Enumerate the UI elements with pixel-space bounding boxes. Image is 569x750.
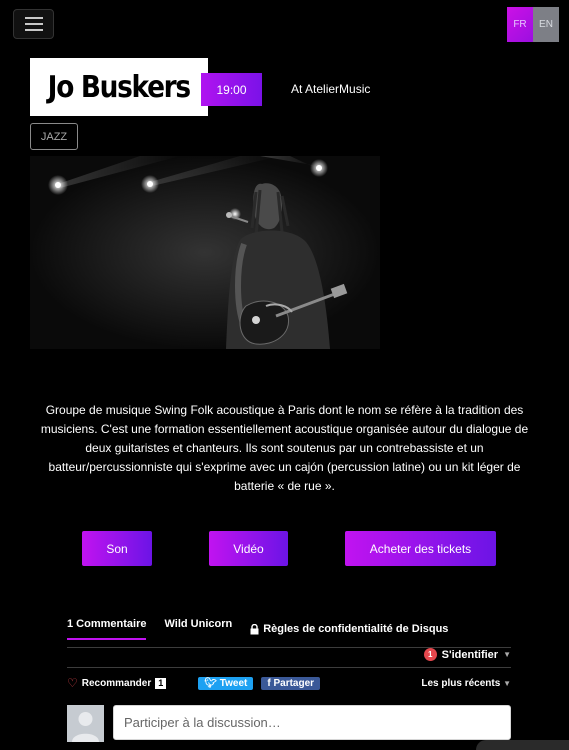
tab-site[interactable]: Wild Unicorn (164, 618, 232, 640)
event-time-badge: 19:00 (201, 73, 262, 106)
disqus-toolbar: ♡ Recommander 1 🐦︎ Tweet f Partager Les … (67, 676, 511, 690)
heart-icon: ♡ (67, 676, 78, 690)
language-switcher: FR EN (507, 7, 559, 42)
divider (67, 667, 511, 668)
event-photo (30, 156, 380, 349)
chevron-down-icon: ▼ (503, 650, 511, 659)
son-button[interactable]: Son (82, 531, 152, 566)
event-venue[interactable]: At AtelierMusic (291, 82, 370, 96)
tab-comments[interactable]: 1 Commentaire (67, 618, 147, 640)
notification-badge: 1 (423, 648, 437, 661)
facebook-icon: f (267, 677, 271, 689)
facebook-share-button[interactable]: f Partager (261, 676, 321, 690)
tweet-button[interactable]: 🐦︎ Tweet (198, 676, 254, 690)
lang-en-button[interactable]: EN (533, 7, 559, 42)
lang-fr-button[interactable]: FR (507, 7, 533, 42)
event-title-box: Jo Buskers (30, 58, 208, 116)
twitter-icon: 🐦︎ (204, 677, 217, 689)
privacy-label: Règles de confidentialité de Disqus (263, 623, 449, 635)
video-button[interactable]: Vidéo (209, 531, 288, 566)
avatar (67, 705, 104, 742)
event-description: Groupe de musique Swing Folk acoustique … (40, 403, 529, 493)
tab-privacy[interactable]: Règles de confidentialité de Disqus (250, 618, 448, 640)
disqus-tabs: 1 Commentaire Wild Unicorn Règles de con… (67, 618, 448, 640)
corner-widget[interactable] (476, 740, 569, 750)
lock-icon (250, 623, 259, 634)
user-icon (72, 712, 99, 742)
recommend-button[interactable]: Recommander (82, 678, 151, 689)
event-title: Jo Buskers (47, 69, 191, 105)
recommend-count: 1 (155, 677, 167, 689)
login-label: S'identifier (441, 648, 499, 661)
chevron-down-icon: ▼ (503, 678, 511, 688)
login-menu[interactable]: 1 S'identifier ▼ (423, 648, 511, 661)
sort-dropdown[interactable]: Les plus récents ▼ (421, 678, 511, 689)
comment-input[interactable]: Participer à la discussion… (113, 705, 511, 740)
hamburger-icon (24, 17, 43, 19)
genre-tag[interactable]: JAZZ (30, 123, 78, 150)
menu-button[interactable] (13, 9, 54, 39)
buy-tickets-button[interactable]: Acheter des tickets (345, 531, 496, 566)
